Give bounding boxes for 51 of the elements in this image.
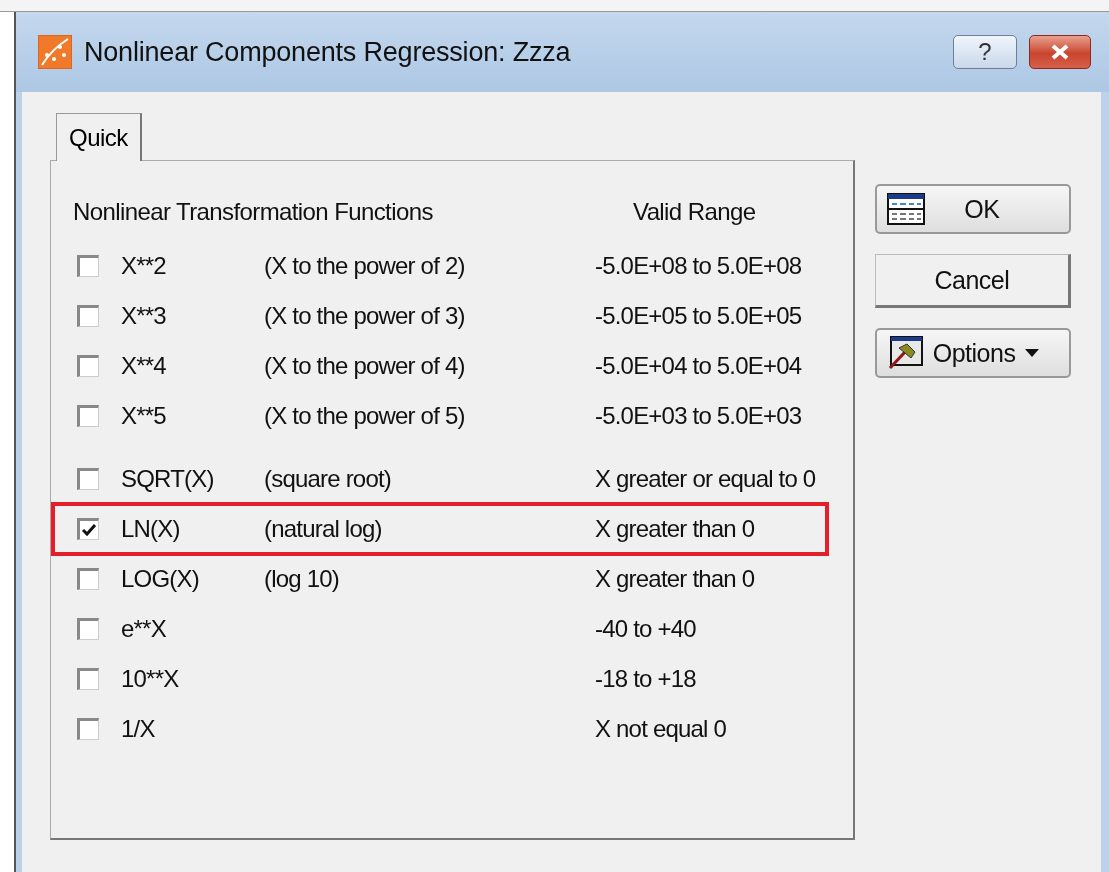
valid-range: X greater than 0 bbox=[595, 515, 756, 543]
cancel-button[interactable]: Cancel bbox=[874, 254, 1071, 308]
help-button[interactable]: ? bbox=[953, 35, 1017, 69]
valid-range: X greater or equal to 0 bbox=[595, 465, 817, 493]
checkbox[interactable] bbox=[77, 355, 99, 377]
column-header: Valid Range bbox=[633, 198, 757, 226]
function-description: (log 10) bbox=[264, 565, 340, 593]
checkmark-icon bbox=[82, 524, 96, 536]
tab[interactable]: Quick bbox=[56, 113, 142, 161]
close-button[interactable] bbox=[1029, 35, 1091, 69]
function-name: e**X bbox=[121, 615, 167, 643]
function-description: (X to the power of 3) bbox=[264, 302, 466, 330]
valid-range: X not equal 0 bbox=[595, 715, 728, 743]
ok-button[interactable]: OK bbox=[874, 184, 1071, 234]
close-icon bbox=[1050, 44, 1070, 60]
window-title: Nonlinear Components Regression: Zzza bbox=[84, 36, 572, 68]
function-description: (X to the power of 5) bbox=[264, 402, 466, 430]
checkbox[interactable] bbox=[77, 668, 99, 690]
valid-range: -5.0E+08 to 5.0E+08 bbox=[595, 252, 803, 280]
options-button[interactable]: Options bbox=[874, 328, 1071, 378]
function-name: X**4 bbox=[121, 352, 167, 380]
valid-range: -5.0E+04 to 5.0E+04 bbox=[595, 352, 803, 380]
checkbox[interactable] bbox=[77, 468, 99, 490]
valid-range: -18 to +18 bbox=[595, 665, 697, 693]
function-description: (square root) bbox=[264, 465, 392, 493]
function-name: SQRT(X) bbox=[121, 465, 215, 493]
caret-icon bbox=[1025, 349, 1040, 357]
function-name: X**5 bbox=[121, 402, 167, 430]
function-description: (X to the power of 2) bbox=[264, 252, 466, 280]
checkbox[interactable] bbox=[77, 718, 99, 740]
checkbox[interactable] bbox=[77, 305, 99, 327]
checkbox[interactable] bbox=[77, 518, 99, 540]
valid-range: -40 to +40 bbox=[595, 615, 697, 643]
function-description: (natural log) bbox=[264, 515, 383, 543]
function-name: LN(X) bbox=[121, 515, 181, 543]
spreadsheet-icon bbox=[886, 193, 925, 225]
function-name: 10**X bbox=[121, 665, 180, 693]
valid-range: -5.0E+03 to 5.0E+03 bbox=[595, 402, 803, 430]
valid-range: -5.0E+05 to 5.0E+05 bbox=[595, 302, 803, 330]
app-icon bbox=[38, 35, 72, 69]
function-name: 1/X bbox=[121, 715, 156, 743]
valid-range: X greater than 0 bbox=[595, 565, 756, 593]
column-header: Nonlinear Transformation Functions bbox=[73, 198, 434, 226]
function-description: (X to the power of 4) bbox=[264, 352, 466, 380]
function-name: X**2 bbox=[121, 252, 167, 280]
function-name: LOG(X) bbox=[121, 565, 200, 593]
checkbox[interactable] bbox=[77, 405, 99, 427]
checkbox[interactable] bbox=[77, 618, 99, 640]
checkbox[interactable] bbox=[77, 568, 99, 590]
function-name: X**3 bbox=[121, 302, 167, 330]
checkbox[interactable] bbox=[77, 255, 99, 277]
